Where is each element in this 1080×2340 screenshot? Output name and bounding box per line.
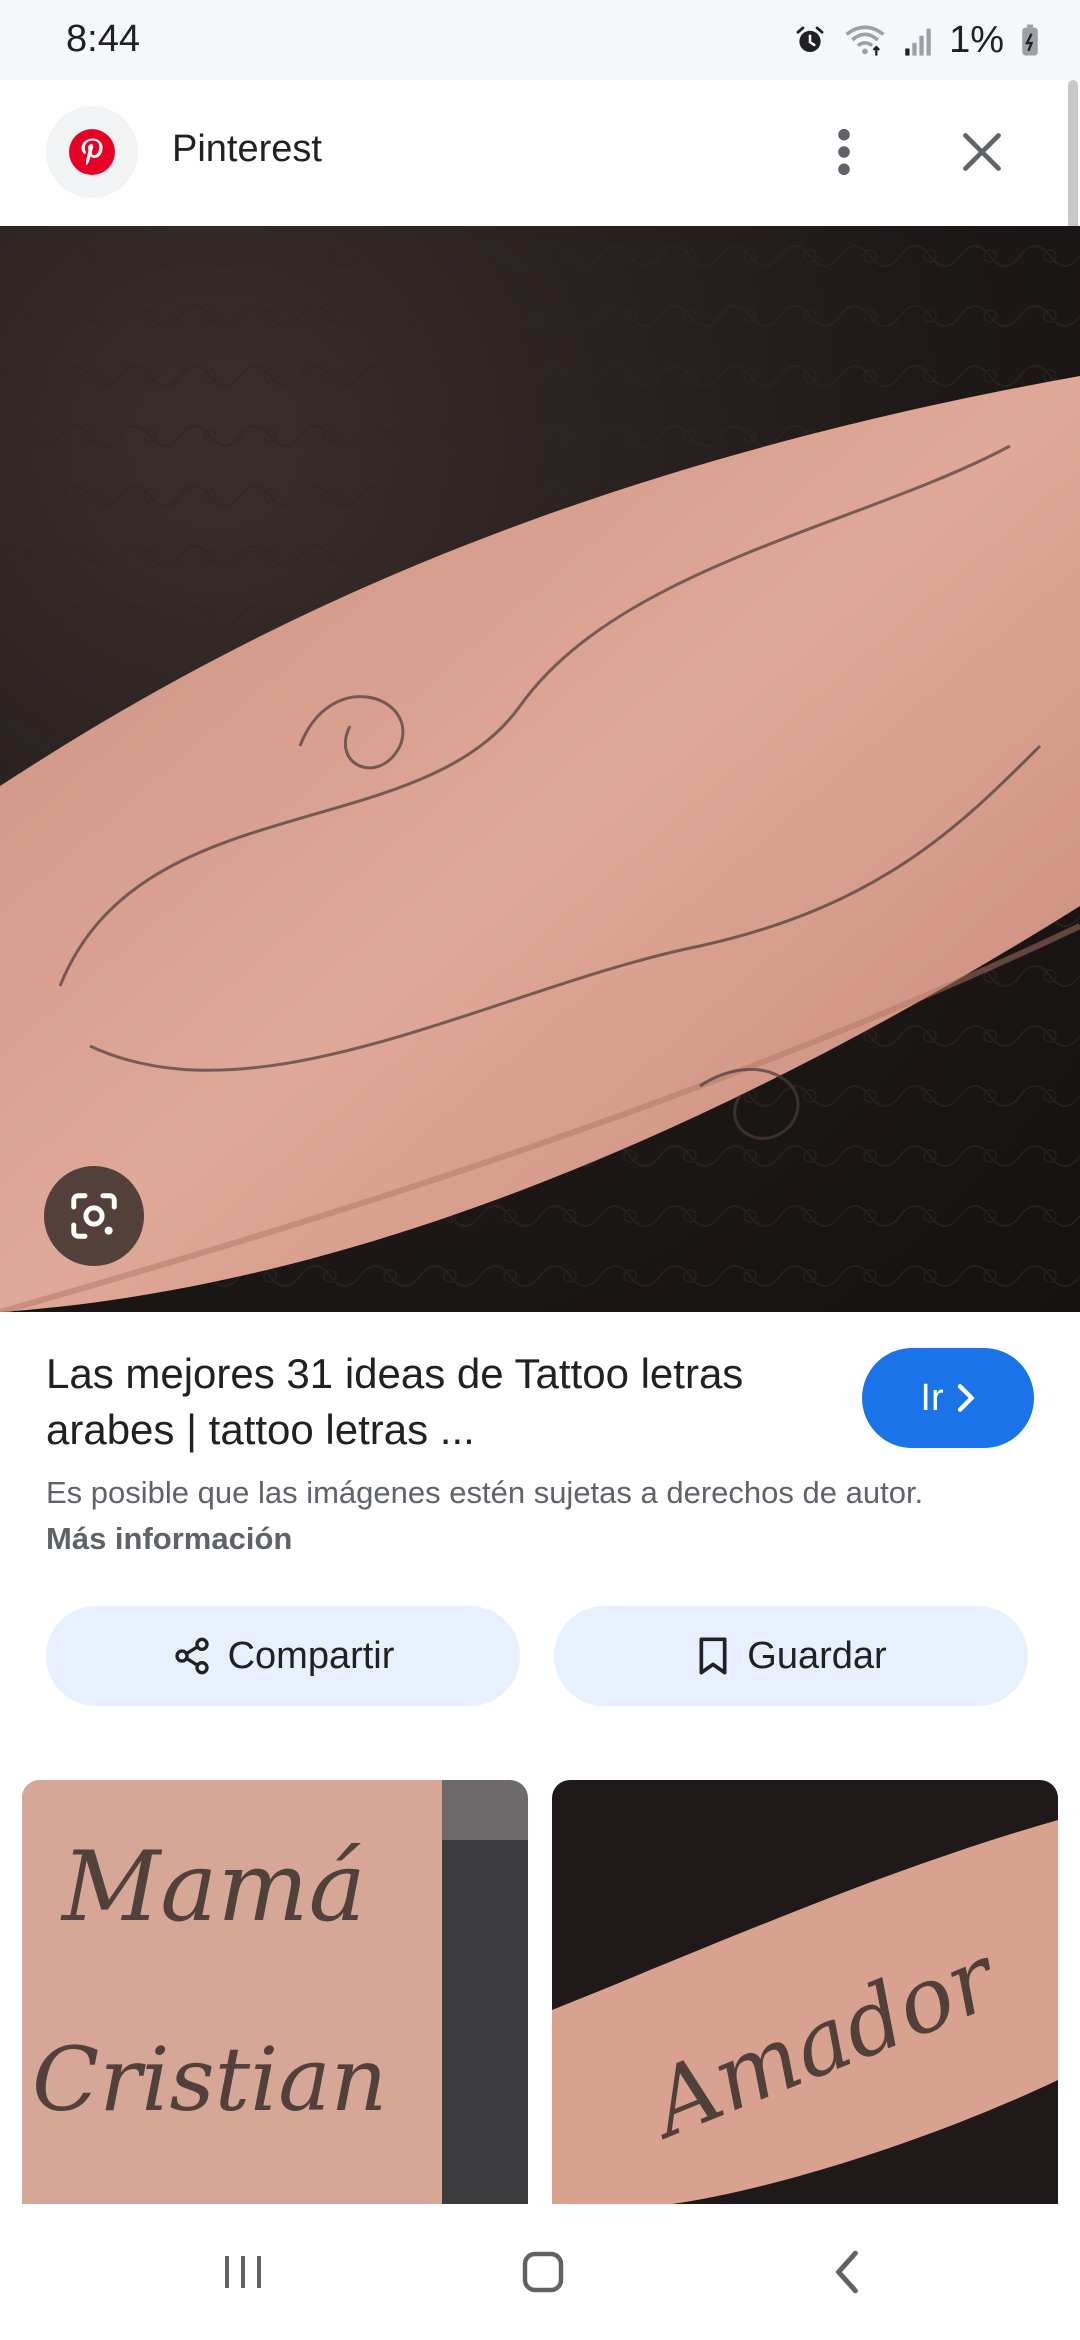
chevron-right-icon xyxy=(957,1384,975,1412)
related-image-1[interactable]: Mamá Cristian xyxy=(22,1780,528,2204)
lens-icon xyxy=(71,1193,117,1239)
recent-apps-button[interactable] xyxy=(198,2242,288,2302)
more-options-button[interactable] xyxy=(816,120,872,184)
more-info-link[interactable]: Más información xyxy=(46,1521,292,1556)
copyright-text: Es posible que las imágenes estén sujeta… xyxy=(46,1475,924,1510)
back-icon xyxy=(835,2250,858,2294)
home-icon xyxy=(522,2251,564,2293)
save-button[interactable]: Guardar xyxy=(554,1606,1028,1706)
status-time: 8:44 xyxy=(66,18,140,60)
share-label: Compartir xyxy=(227,1634,395,1677)
bookmark-icon xyxy=(699,1637,727,1675)
back-button[interactable] xyxy=(802,2242,892,2302)
status-bar: 8:44 1% xyxy=(0,0,1080,80)
signal-icon xyxy=(905,28,931,56)
status-icons: 1% xyxy=(793,18,1040,62)
go-button-label: Ir xyxy=(920,1376,944,1419)
share-icon xyxy=(174,1637,209,1675)
go-button[interactable]: Ir xyxy=(862,1348,1034,1448)
recent-apps-icon xyxy=(225,2256,261,2288)
result-title[interactable]: Las mejores 31 ideas de Tattoo letras ar… xyxy=(46,1346,836,1458)
thumb-1-text-top: Mamá xyxy=(60,1831,366,1943)
close-button[interactable] xyxy=(950,120,1014,184)
battery-percent: 1% xyxy=(949,18,1004,61)
home-button[interactable] xyxy=(498,2242,588,2302)
more-vert-icon xyxy=(838,128,850,176)
main-image[interactable] xyxy=(0,226,1080,1312)
thumb-2-image: Amador xyxy=(552,1780,1058,2204)
site-name: Pinterest xyxy=(172,128,322,170)
scrollbar[interactable] xyxy=(1068,80,1078,230)
google-lens-button[interactable] xyxy=(44,1166,144,1266)
tattoo-image xyxy=(0,226,1080,1312)
thumb-1-text-bottom: Cristian xyxy=(32,2028,387,2131)
related-image-2[interactable]: Amador xyxy=(552,1780,1058,2204)
close-icon xyxy=(963,133,1001,171)
wifi-icon xyxy=(845,25,885,56)
battery-icon xyxy=(1022,24,1038,56)
alarm-icon xyxy=(796,26,824,53)
navigation-bar xyxy=(0,2204,1080,2340)
thumb-1-image: Mamá Cristian xyxy=(22,1780,528,2204)
save-label: Guardar xyxy=(747,1634,887,1677)
header: Pinterest xyxy=(0,80,1080,226)
pinterest-logo-icon[interactable] xyxy=(46,106,138,198)
share-button[interactable]: Compartir xyxy=(46,1606,520,1706)
copyright-notice: Es posible que las imágenes estén sujeta… xyxy=(46,1470,966,1562)
